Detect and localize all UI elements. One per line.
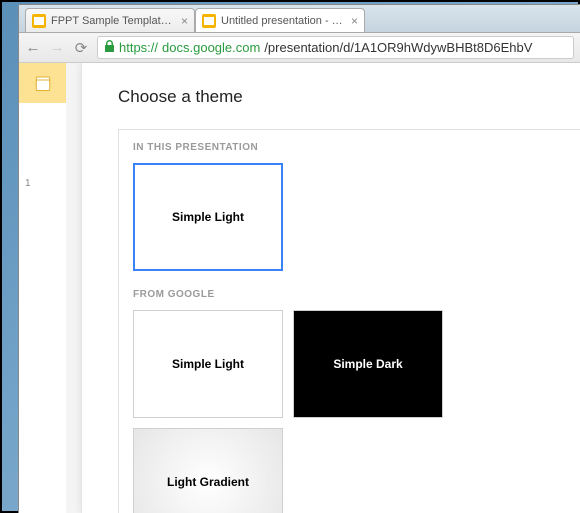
forward-icon[interactable]: →: [49, 39, 65, 56]
slides-favicon-icon: [202, 14, 216, 28]
tab-strip: FPPT Sample Template - G × Untitled pres…: [19, 5, 580, 33]
browser-tab[interactable]: FPPT Sample Template - G ×: [25, 8, 195, 32]
theme-name: Light Gradient: [167, 475, 249, 489]
url-scheme: https://: [119, 40, 158, 55]
slide-thumbnails: 1: [19, 173, 66, 191]
themes-section: IN THIS PRESENTATION Simple Light FROM G…: [118, 129, 580, 513]
tab-title: FPPT Sample Template - G: [51, 15, 176, 27]
url-path: /presentation/d/1A1OR9hWdywBHBt8D6EhbV: [264, 40, 532, 55]
close-icon[interactable]: ×: [181, 14, 188, 28]
back-icon[interactable]: ←: [25, 39, 41, 56]
browser-window: FPPT Sample Template - G × Untitled pres…: [18, 4, 580, 513]
new-slide-button[interactable]: [19, 63, 66, 103]
theme-name: Simple Light: [172, 210, 244, 224]
section-label: IN THIS PRESENTATION: [133, 142, 566, 153]
theme-card[interactable]: Simple Dark: [293, 310, 443, 418]
address-bar: ← → ⟳ https:// docs.google.com/presentati…: [19, 33, 580, 63]
slide-index: 1: [25, 178, 31, 189]
reload-icon[interactable]: ⟳: [73, 39, 89, 57]
url-host: docs.google.com: [162, 40, 260, 55]
close-icon[interactable]: ×: [351, 14, 358, 28]
theme-card[interactable]: Light Gradient: [133, 428, 283, 513]
section-label: FROM GOOGLE: [133, 289, 566, 300]
theme-card[interactable]: Simple Light: [133, 163, 283, 271]
browser-tab[interactable]: Untitled presentation - Go ×: [195, 8, 365, 32]
tab-title: Untitled presentation - Go: [221, 15, 346, 27]
theme-name: Simple Light: [172, 357, 244, 371]
theme-dialog: Choose a theme IN THIS PRESENTATION Simp…: [81, 63, 580, 513]
slides-favicon-icon: [32, 14, 46, 28]
left-rail: 1: [19, 63, 66, 513]
url-input[interactable]: https:// docs.google.com/presentation/d/1…: [97, 36, 574, 59]
app-content: 1 Choose a theme IN THIS PRESENTATION Si…: [19, 63, 580, 513]
lock-icon: [104, 40, 115, 55]
theme-name: Simple Dark: [333, 357, 402, 371]
dialog-title: Choose a theme: [118, 87, 580, 107]
theme-card[interactable]: Simple Light: [133, 310, 283, 418]
